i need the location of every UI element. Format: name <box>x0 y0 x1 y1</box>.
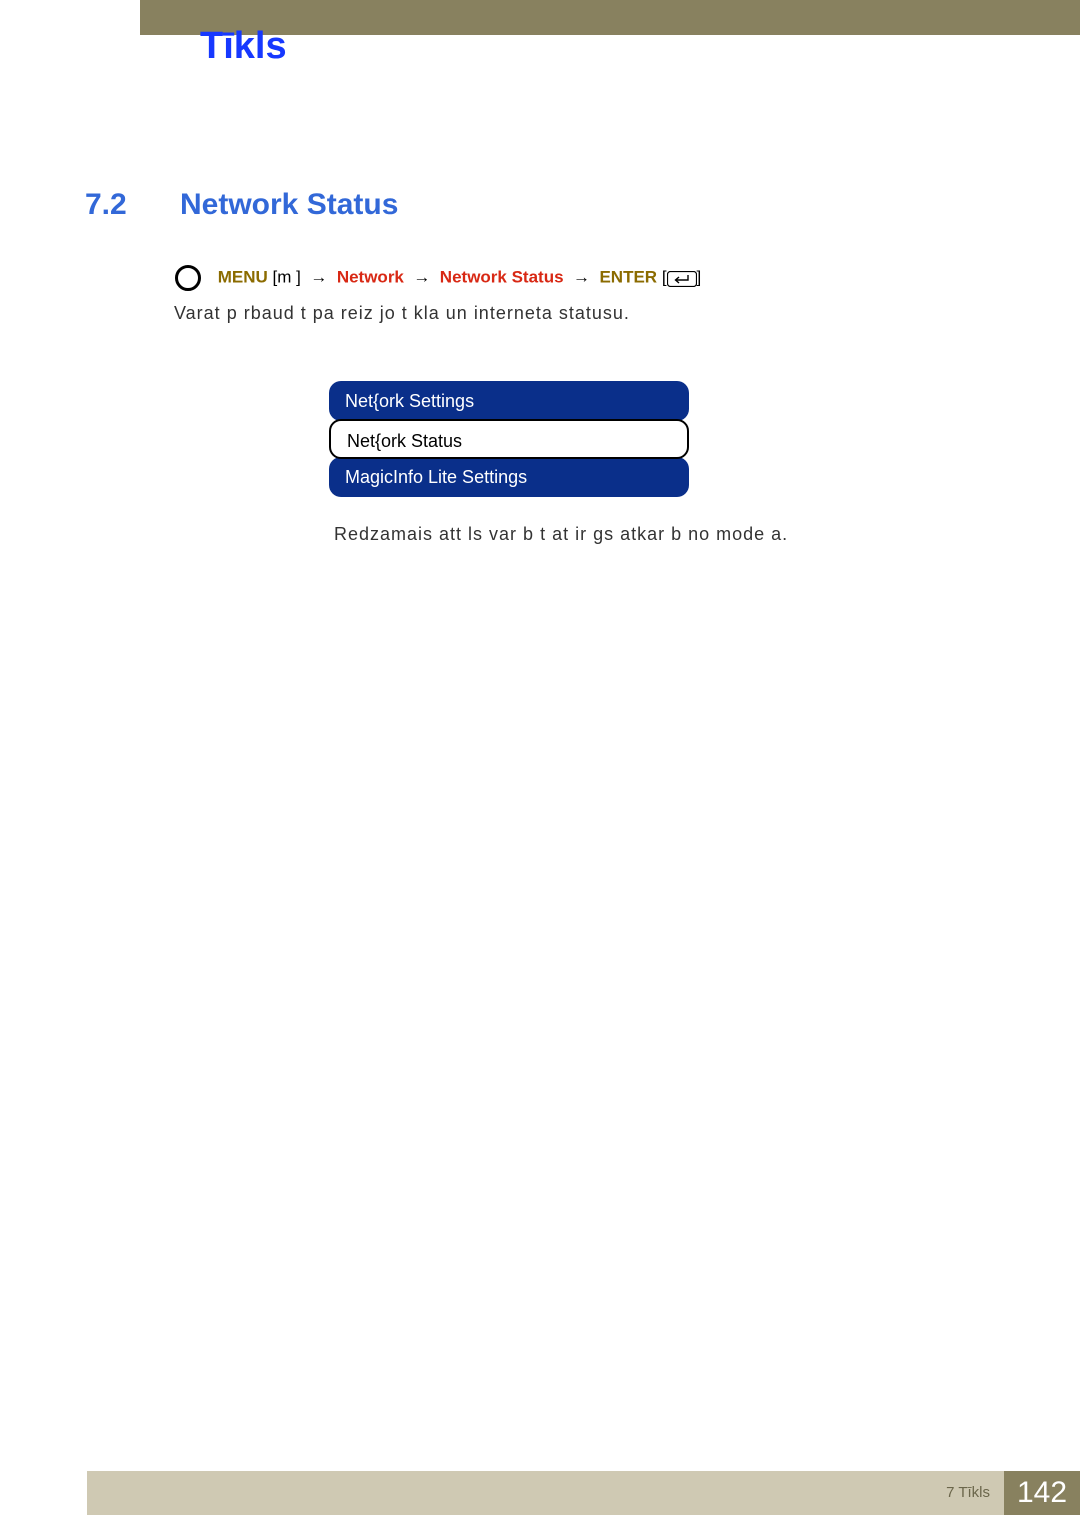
enter-icon <box>667 268 697 288</box>
header-bar <box>0 0 1080 35</box>
nav-path: MENU [m ] → Network → Network Status → E… <box>175 265 1000 291</box>
footer-bar: 7 Tīkls <box>87 1471 1080 1515</box>
section-description: Varat p rbaud t pa reiz jo t kla un inte… <box>174 303 630 324</box>
section-number: 7.2 <box>85 188 127 222</box>
image-note: Redzamais att ls var b t at ir gs atkar … <box>334 524 788 545</box>
arrow-icon: → <box>409 267 440 286</box>
osd-menu: Net{ork Settings Net{ork Status MagicInf… <box>329 381 689 495</box>
nav-enter-label: ENTER <box>599 267 657 286</box>
footer-chapter-label: 7 Tīkls <box>946 1471 990 1515</box>
nav-network-status: Network Status <box>440 267 564 286</box>
nav-network: Network <box>337 267 404 286</box>
section-title: Network Status <box>180 188 398 222</box>
menu-item-magicinfo[interactable]: MagicInfo Lite Settings <box>329 457 689 497</box>
header-tab <box>0 0 140 52</box>
nav-close-bracket: ] <box>296 267 301 286</box>
nav-m-glyph: m <box>277 267 291 286</box>
bullet-icon <box>175 265 201 291</box>
chapter-title: Tīkls <box>200 25 287 68</box>
arrow-icon: → <box>306 267 337 286</box>
page-number: 142 <box>1004 1471 1080 1515</box>
menu-item-network-settings[interactable]: Net{ork Settings <box>329 381 689 421</box>
arrow-icon: → <box>568 267 599 286</box>
nav-menu-label: MENU <box>218 267 268 286</box>
menu-item-network-status[interactable]: Net{ork Status <box>329 419 689 459</box>
nav-close-bracket: ] <box>697 267 702 286</box>
